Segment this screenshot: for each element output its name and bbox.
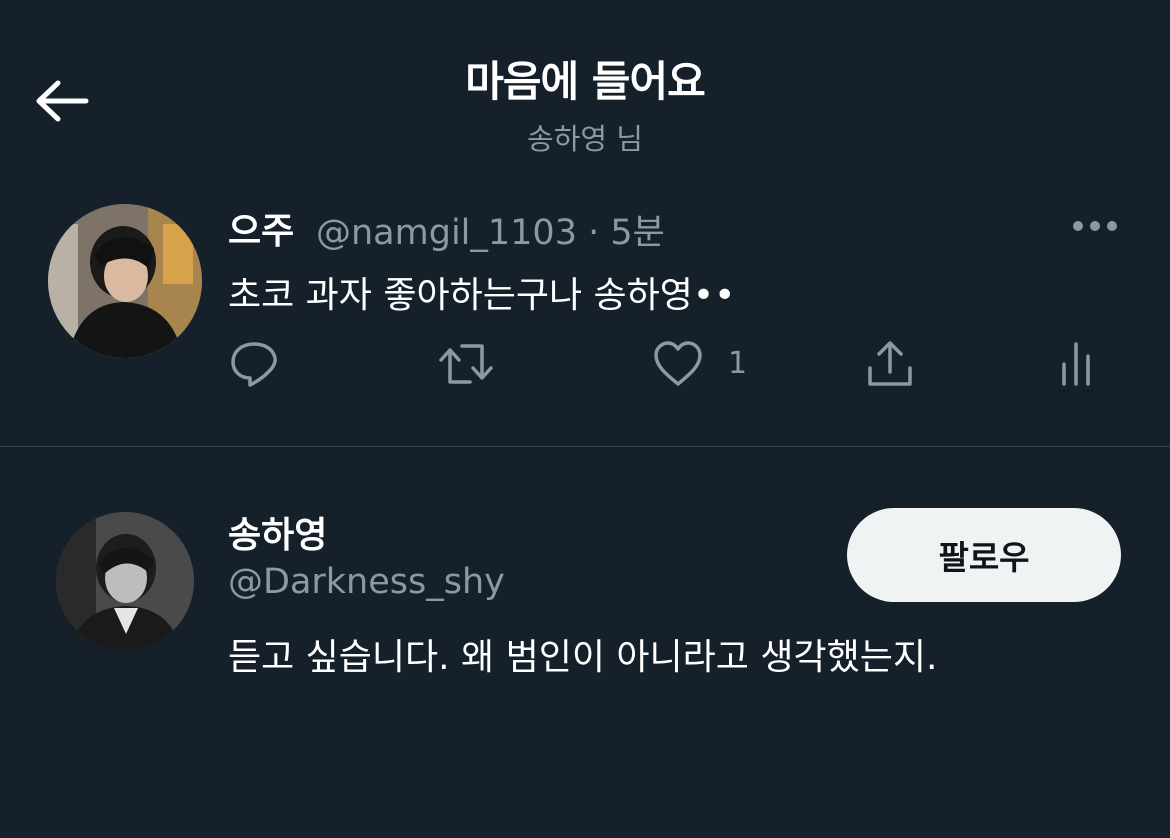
page-subtitle: 송하영 님 [527, 122, 643, 156]
share-icon[interactable] [864, 338, 916, 390]
user-cell[interactable]: 송하영 @Darkness_shy 팔로우 듣고 싶습니다. 왜 범인이 아니라… [0, 500, 1170, 700]
tweet[interactable]: 으주 @namgil_1103 · 5분 초코 과자 좋아하는구나 송하영•• … [0, 190, 1170, 445]
more-options-icon[interactable] [1072, 218, 1118, 232]
analytics-icon[interactable] [1058, 338, 1098, 390]
tweet-actions: 1 [228, 338, 1128, 398]
user-handle[interactable]: @Darkness_shy [228, 562, 505, 602]
avatar[interactable] [56, 512, 194, 650]
reply-icon[interactable] [228, 338, 280, 390]
header: 마음에 들어요 송하영 님 [0, 0, 1170, 170]
like-icon[interactable] [652, 338, 704, 390]
author-handle[interactable]: @namgil_1103 · 5분 [316, 204, 665, 255]
tweet-text: 초코 과자 좋아하는구나 송하영•• [228, 275, 736, 316]
user-bio: 듣고 싶습니다. 왜 범인이 아니라고 생각했는지. [228, 637, 938, 678]
author-name[interactable]: 으주 [228, 202, 294, 254]
retweet-icon[interactable] [438, 338, 494, 390]
avatar[interactable] [48, 204, 202, 358]
page-title: 마음에 들어요 [465, 57, 705, 106]
like-count: 1 [728, 346, 748, 381]
divider [0, 446, 1170, 447]
follow-button[interactable]: 팔로우 [847, 508, 1121, 602]
user-name[interactable]: 송하영 [228, 506, 327, 558]
